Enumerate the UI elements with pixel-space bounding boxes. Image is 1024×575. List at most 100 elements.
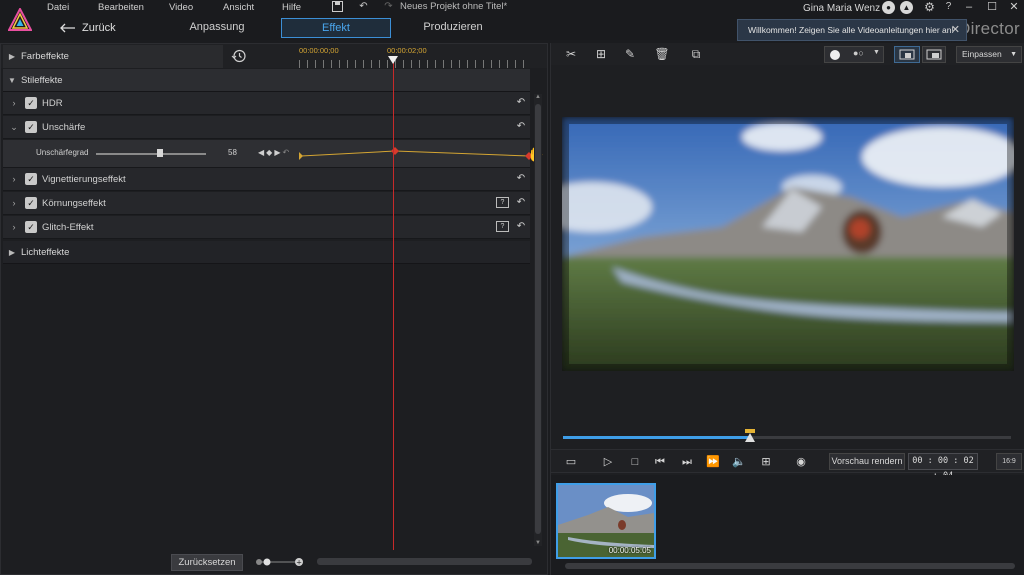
help-question-icon[interactable]: ? [942,1,955,13]
snapshot-icon[interactable]: ⧉ [688,46,704,62]
collapse-arrow-icon: ▼ [8,75,16,85]
scrub-handle-icon[interactable] [744,429,756,445]
group-lichteffekte[interactable]: ▶ Lichteffekte [3,241,530,264]
hdr-checkbox[interactable]: ✓ [25,97,37,109]
param-label: Unschärfegrad [36,148,89,157]
fast-forward-icon[interactable]: ⏩ [705,454,721,470]
reset-keyframe-icon[interactable]: ↶ [282,148,291,157]
timeline-playhead[interactable] [393,58,394,554]
slider-thumb[interactable] [157,149,163,157]
next-frame-icon[interactable]: ⏭ [679,454,695,470]
effect-row-unschaerfe[interactable]: ⌄ ✓ Unschärfe ↶ [3,116,530,139]
menu-ansicht[interactable]: Ansicht [223,1,254,14]
undo-icon[interactable]: ↶ [357,1,370,13]
group-stileffekte[interactable]: ▼ Stileffekte [3,69,530,92]
timeline-horizontal-scrollbar[interactable] [317,558,532,565]
reset-button[interactable]: Zurücksetzen [171,554,243,571]
tab-produzieren[interactable]: Produzieren [408,18,498,38]
settings-gear-icon[interactable]: ⚙ [923,1,936,13]
vignettierung-checkbox[interactable]: ✓ [25,173,37,185]
delete-trash-icon[interactable]: 🗑 [654,46,670,62]
effect-row-glitch[interactable]: › ✓ Glitch-Effekt ? ↶ [3,216,530,239]
effect-label: Vignettierungseffekt [42,173,126,185]
info-question-icon[interactable]: ? [496,221,509,232]
chevron-right-icon[interactable]: › [3,198,25,208]
layout-icon-a[interactable] [894,46,920,63]
effect-row-koernung[interactable]: › ✓ Körnungseffekt ? ↶ [3,192,530,215]
koernung-checkbox[interactable]: ✓ [25,197,37,209]
effect-row-vignettierung[interactable]: › ✓ Vignettierungseffekt ↶ [3,168,530,191]
minimize-button[interactable]: – [961,0,977,14]
effect-row-hdr[interactable]: › ✓ HDR ↶ [3,92,530,115]
scroll-down-icon[interactable]: ▼ [534,540,542,546]
video-preview[interactable] [562,117,1014,371]
prev-keyframe-icon[interactable]: ◀ [258,148,266,157]
account-icon[interactable]: ● [882,1,895,14]
close-window-button[interactable]: ✕ [1006,0,1022,14]
scroll-up-icon[interactable]: ▲ [534,94,542,100]
menu-bearbeiten[interactable]: Bearbeiten [98,1,144,14]
chevron-right-icon[interactable]: › [3,98,25,108]
playhead-handle-icon[interactable] [388,56,398,66]
render-preview-button[interactable]: Vorschau rendern [829,453,905,470]
menu-video[interactable]: Video [169,1,193,14]
preview-scrub-bar[interactable] [563,436,1011,439]
maximize-button[interactable]: ☐ [984,0,1000,14]
group-farbeffekte[interactable]: ▶ Farbeffekte [3,45,223,68]
timecode-display[interactable]: 00 : 00 : 02 : 04 [908,453,978,481]
clip-thumbnail[interactable]: 00:00:05:05 [556,483,656,559]
clip-mode-icon[interactable]: ▭ [563,454,579,470]
thumbnail-scrollbar[interactable] [565,563,1015,569]
effect-label: Unschärfe [42,121,86,133]
timeline-ruler[interactable]: 00:00:00;00 00:00:02;00 [299,46,531,68]
scrollbar-thumb[interactable] [535,104,541,534]
dual-mode-icon[interactable]: ●○ [853,48,864,58]
play-icon[interactable]: ▷ [600,454,616,470]
chevron-right-icon[interactable]: › [3,222,25,232]
chevron-right-icon[interactable]: › [3,174,25,184]
preview-mode-toggle[interactable]: ●○ ▼ [824,46,884,63]
reset-undo-icon[interactable]: ↶ [515,121,527,133]
stop-icon[interactable]: □ [627,454,643,470]
reset-undo-icon[interactable]: ↶ [515,173,527,185]
edit-pen-icon[interactable]: ✎ [622,46,638,62]
single-mode-icon[interactable] [830,50,840,60]
keyframe-marker[interactable] [299,152,303,160]
menu-datei[interactable]: Datei [47,1,69,14]
menu-hilfe[interactable]: Hilfe [282,1,301,14]
aspect-ratio-select[interactable]: 16:9 [996,453,1022,470]
volume-icon[interactable]: 🔈 [731,454,747,470]
tooltip-close-icon[interactable]: ✕ [951,20,960,40]
zoom-slider[interactable]: + [255,556,305,568]
dropdown-arrow-icon[interactable]: ▼ [873,49,880,56]
reset-undo-icon[interactable]: ↶ [515,221,527,233]
ruler-tick-label: 00:00:00;00 [299,46,339,55]
tab-effekt[interactable]: Effekt [281,18,391,38]
reset-undo-icon[interactable]: ↶ [515,97,527,109]
unschaerfe-checkbox[interactable]: ✓ [25,121,37,133]
3d-mode-icon[interactable]: ◉ [793,454,809,470]
grid-icon[interactable]: ⊞ [758,454,774,470]
trim-icon[interactable]: ⊞ [593,46,609,62]
save-icon[interactable] [331,1,344,13]
reset-undo-icon[interactable]: ↶ [515,197,527,209]
zoom-thumb [263,558,271,566]
tab-anpassung[interactable]: Anpassung [172,18,262,38]
unschaerfegrad-slider[interactable] [96,153,206,155]
expand-arrow-icon: ▶ [8,52,16,61]
clip-duration: 00:00:05:05 [608,546,651,555]
welcome-tooltip[interactable]: Willkommen! Zeigen Sie alle Videoanleitu… [737,19,967,41]
notification-bell-icon[interactable]: ▲ [900,1,913,14]
vertical-scrollbar[interactable]: ▲ ▼ [534,94,542,546]
history-clock-icon[interactable] [231,48,247,64]
split-scissors-icon[interactable]: ✂ [563,46,579,62]
layout-icon-b[interactable] [922,46,946,63]
fit-zoom-select[interactable]: Einpassen ▼ [956,46,1022,63]
keyframe-track[interactable] [299,146,535,162]
info-question-icon[interactable]: ? [496,197,509,208]
back-button[interactable]: Zurück [60,19,116,36]
glitch-checkbox[interactable]: ✓ [25,221,37,233]
prev-frame-icon[interactable]: ⏮ [652,454,668,470]
playback-controls: ▭ ▷ □ ⏮ ⏭ ⏩ 🔈 ⊞ ◉ Vorschau rendern 00 : … [551,449,1024,481]
chevron-down-icon[interactable]: ⌄ [3,122,25,133]
